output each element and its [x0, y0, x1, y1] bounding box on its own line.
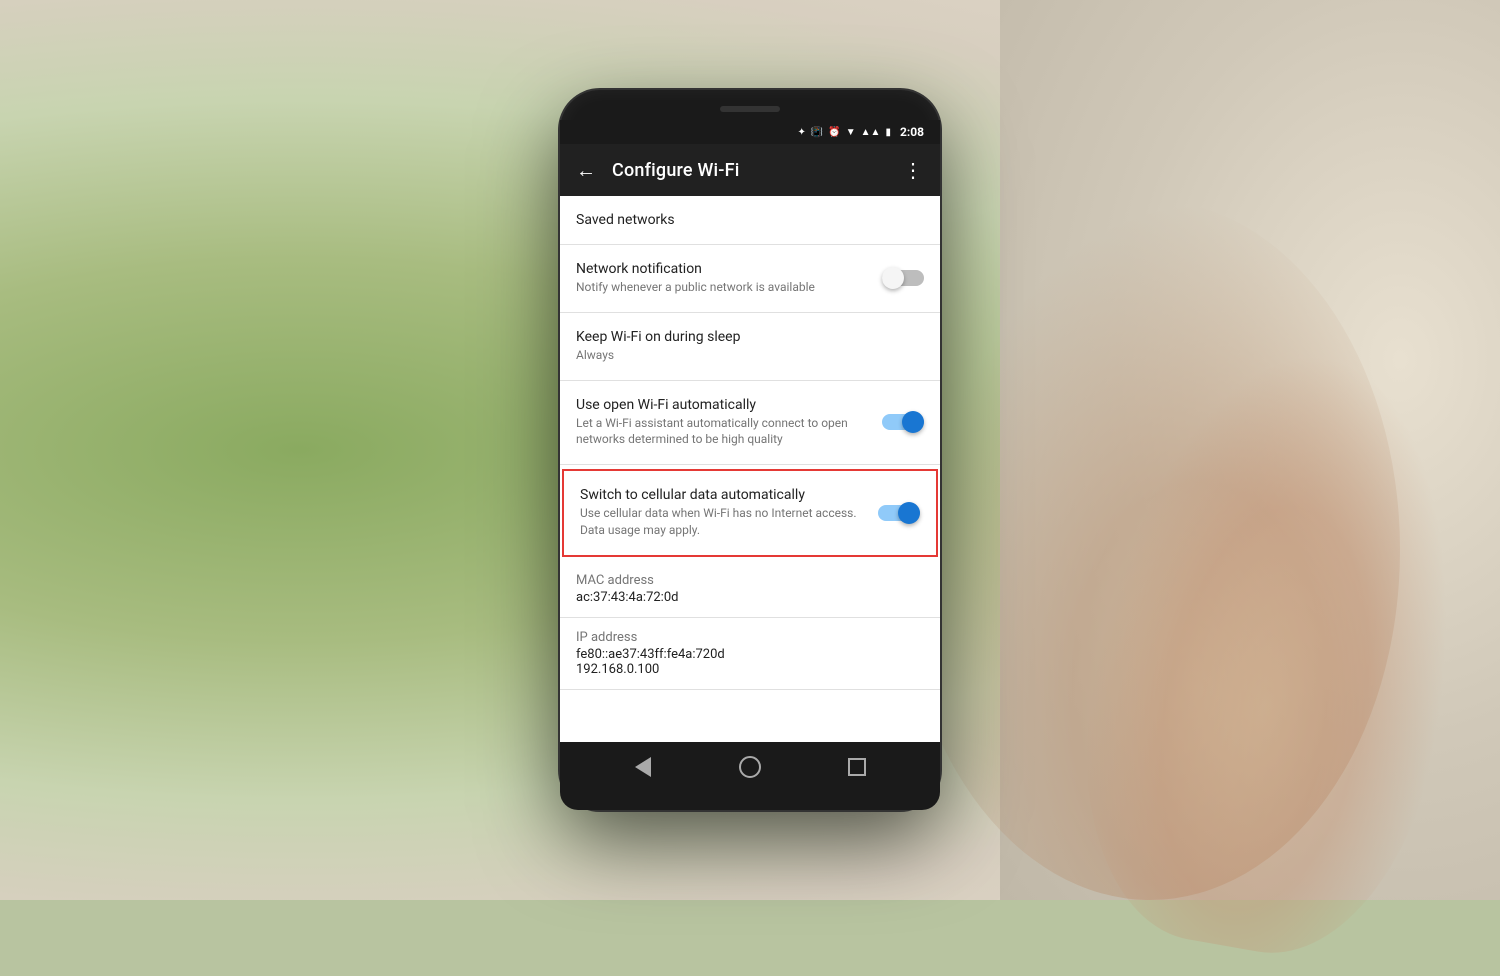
- settings-content: Saved networks Network notification Noti…: [560, 196, 940, 742]
- keep-wifi-sleep-item[interactable]: Keep Wi-Fi on during sleep Always: [560, 313, 940, 381]
- back-icon: [635, 757, 651, 777]
- network-notification-toggle[interactable]: [882, 266, 924, 290]
- saved-networks-text: Saved networks: [576, 212, 924, 228]
- phone-bottom-bar: [560, 792, 940, 810]
- toggle-thumb: [882, 267, 904, 289]
- wifi-icon: ▼: [846, 127, 856, 138]
- keep-wifi-sleep-subtitle: Always: [576, 347, 912, 364]
- switch-cellular-item[interactable]: Switch to cellular data automatically Us…: [562, 469, 938, 557]
- use-open-wifi-title: Use open Wi-Fi automatically: [576, 397, 870, 413]
- ip-address-value2: 192.168.0.100: [576, 662, 924, 677]
- mac-address-label: MAC address: [576, 573, 924, 588]
- ip-address-value1: fe80::ae37:43ff:fe4a:720d: [576, 647, 924, 662]
- keep-wifi-sleep-text: Keep Wi-Fi on during sleep Always: [576, 329, 924, 364]
- nav-back-button[interactable]: [627, 751, 659, 783]
- use-open-wifi-text: Use open Wi-Fi automatically Let a Wi-Fi…: [576, 397, 882, 449]
- use-open-wifi-subtitle: Let a Wi-Fi assistant automatically conn…: [576, 415, 870, 449]
- network-notification-text: Network notification Notify whenever a p…: [576, 261, 882, 296]
- status-bar: ✦ 📳 ⏰ ▼ ▲▲ ▮ 2:08: [560, 120, 940, 144]
- mac-address-value: ac:37:43:4a:72:0d: [576, 590, 924, 605]
- network-notification-title: Network notification: [576, 261, 870, 277]
- settings-list: Saved networks Network notification Noti…: [560, 196, 940, 742]
- toggle-thumb-on: [902, 411, 924, 433]
- use-open-wifi-toggle[interactable]: [882, 410, 924, 434]
- menu-button[interactable]: ⋮: [903, 158, 924, 182]
- switch-cellular-toggle[interactable]: [878, 501, 920, 525]
- phone-device: ✦ 📳 ⏰ ▼ ▲▲ ▮ 2:08 ← Configure Wi-Fi ⋮ Sa…: [560, 90, 940, 810]
- home-icon: [739, 756, 761, 778]
- recents-icon: [848, 758, 866, 776]
- alarm-icon: ⏰: [828, 127, 840, 138]
- battery-icon: ▮: [885, 127, 891, 138]
- keep-wifi-sleep-title: Keep Wi-Fi on during sleep: [576, 329, 912, 345]
- app-bar-title: Configure Wi-Fi: [612, 160, 887, 181]
- status-icons: ✦ 📳 ⏰ ▼ ▲▲ ▮ 2:08: [797, 125, 924, 139]
- ip-address-label: IP address: [576, 630, 924, 645]
- network-notification-item[interactable]: Network notification Notify whenever a p…: [560, 245, 940, 313]
- mac-address-item: MAC address ac:37:43:4a:72:0d: [560, 561, 940, 618]
- switch-cellular-toggle-thumb: [898, 502, 920, 524]
- ip-address-item: IP address fe80::ae37:43ff:fe4a:720d 192…: [560, 618, 940, 690]
- switch-cellular-title: Switch to cellular data automatically: [580, 487, 866, 503]
- use-open-wifi-item[interactable]: Use open Wi-Fi automatically Let a Wi-Fi…: [560, 381, 940, 466]
- back-button[interactable]: ←: [576, 158, 596, 183]
- phone-top-bar: [560, 90, 940, 120]
- nav-bar: [560, 742, 940, 792]
- saved-networks-item[interactable]: Saved networks: [560, 196, 940, 245]
- signal-icon: ▲▲: [861, 127, 881, 138]
- nav-home-button[interactable]: [734, 751, 766, 783]
- phone-speaker: [720, 106, 780, 112]
- status-time: 2:08: [900, 125, 924, 139]
- switch-cellular-text: Switch to cellular data automatically Us…: [580, 487, 878, 539]
- vibrate-icon: 📳: [811, 127, 823, 138]
- switch-cellular-subtitle: Use cellular data when Wi-Fi has no Inte…: [580, 505, 866, 539]
- network-notification-subtitle: Notify whenever a public network is avai…: [576, 279, 870, 296]
- bluetooth-icon: ✦: [797, 127, 805, 138]
- nav-recents-button[interactable]: [841, 751, 873, 783]
- saved-networks-title: Saved networks: [576, 212, 912, 228]
- app-bar: ← Configure Wi-Fi ⋮: [560, 144, 940, 196]
